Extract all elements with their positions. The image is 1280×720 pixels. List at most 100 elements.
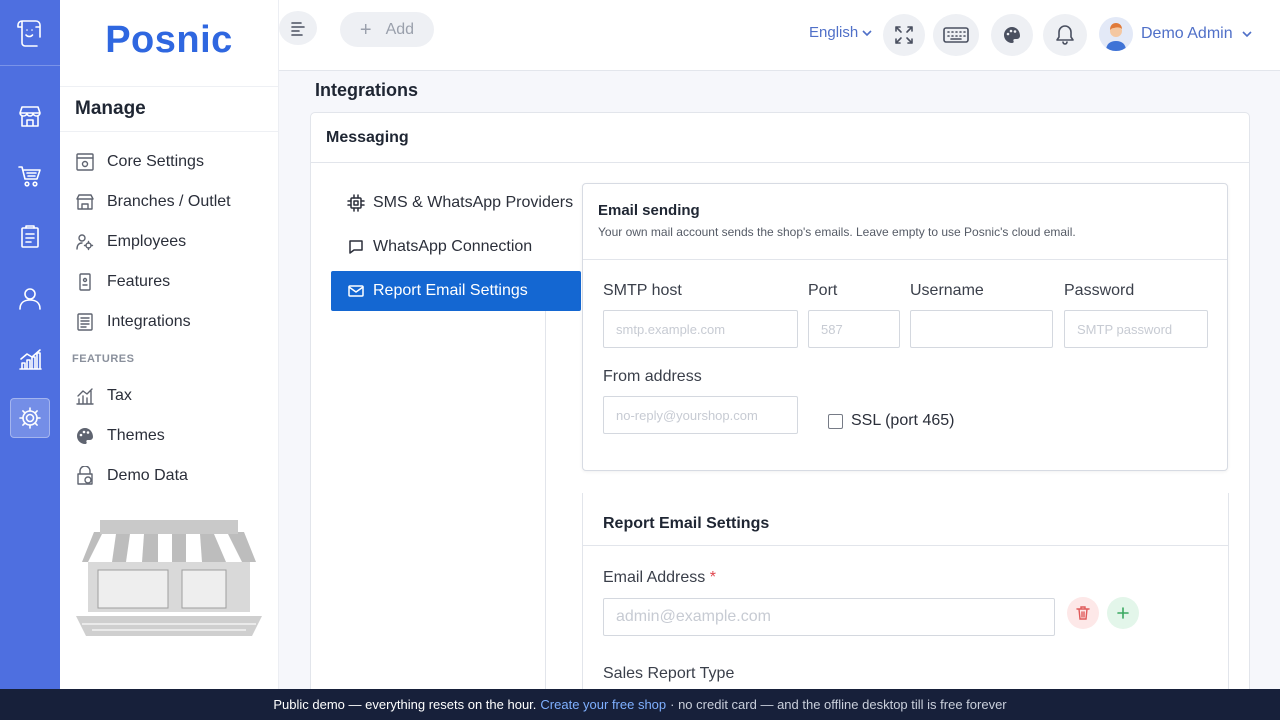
subnav-label: Report Email Settings (373, 282, 528, 299)
top-bar: + Add English Demo Admin (279, 0, 1280, 71)
page-title: Integrations (315, 80, 419, 100)
app-logo-icon[interactable] (0, 0, 60, 66)
integration-subnav: SMS & WhatsApp Providers WhatsApp Connec… (331, 183, 581, 315)
sales-report-type-label: Sales Report Type (603, 665, 735, 682)
keyboard-icon (943, 27, 969, 43)
fullscreen-icon (895, 26, 913, 44)
add-button[interactable]: + Add (340, 12, 434, 47)
username-label: Username (910, 282, 984, 299)
feature-icon (74, 271, 96, 293)
bell-icon (1056, 25, 1074, 45)
add-email-button[interactable] (1107, 597, 1139, 629)
port-input[interactable] (808, 310, 900, 348)
messaging-card: Messaging SMS & WhatsApp Providers Whats… (310, 112, 1250, 713)
sidebar: Posnic Manage Core Settings Branches / O… (60, 0, 279, 689)
subnav-report-email-settings[interactable]: Report Email Settings (331, 271, 581, 311)
employees-icon (74, 231, 96, 253)
theme-button[interactable] (991, 14, 1033, 56)
divider (583, 545, 1229, 546)
banner-prefix: Public demo — everything resets on the h… (273, 697, 537, 712)
email-sending-panel: Email sending Your own mail account send… (582, 183, 1228, 471)
keyboard-button[interactable] (933, 14, 979, 56)
trash-icon (1076, 606, 1090, 620)
user-icon[interactable] (10, 278, 50, 318)
subnav-label: WhatsApp Connection (373, 238, 533, 255)
chevron-down-icon (1242, 31, 1252, 38)
email-address-label: Email Address * (603, 569, 716, 587)
subnav-whatsapp-connection[interactable]: WhatsApp Connection (331, 227, 581, 267)
sidebar-item-label: Demo Data (107, 467, 188, 484)
sidebar-item-branches[interactable]: Branches / Outlet (60, 182, 278, 222)
sidebar-item-demo-data[interactable]: Demo Data (60, 456, 278, 496)
report-email-section: Report Email Settings Email Address * Sa… (582, 493, 1229, 713)
chevron-down-icon (862, 29, 872, 36)
sidebar-item-label: Themes (107, 427, 165, 444)
fullscreen-button[interactable] (883, 14, 925, 56)
sidebar-item-integrations[interactable]: Integrations (60, 302, 278, 342)
smtp-host-input[interactable] (603, 310, 798, 348)
icon-rail (0, 0, 60, 689)
add-button-label: Add (385, 20, 415, 38)
sidebar-item-employees[interactable]: Employees (60, 222, 278, 262)
from-address-label: From address (603, 368, 702, 385)
palette-icon (1004, 27, 1020, 43)
notifications-button[interactable] (1043, 14, 1087, 56)
card-title: Messaging (311, 113, 1249, 163)
plus-icon: + (359, 18, 372, 41)
features-section-header: FEATURES (72, 353, 135, 365)
password-label: Password (1064, 282, 1135, 299)
brand-name: Posnic (105, 18, 233, 61)
demo-banner: Public demo — everything resets on the h… (0, 689, 1280, 720)
subnav-divider (545, 311, 546, 713)
chat-icon (349, 240, 363, 254)
email-sending-description: Your own mail account sends the shop's e… (598, 225, 1076, 239)
avatar (1099, 17, 1133, 51)
ssl-checkbox[interactable]: SSL (port 465) (828, 412, 954, 430)
delete-email-button[interactable] (1067, 597, 1099, 629)
port-label: Port (808, 282, 838, 299)
list-icon (74, 311, 96, 333)
email-sending-title: Email sending (598, 202, 700, 219)
chip-icon (347, 194, 365, 212)
sidebar-item-label: Branches / Outlet (107, 193, 231, 210)
sidebar-item-label: Tax (107, 387, 132, 404)
mail-icon (348, 285, 364, 297)
user-name: Demo Admin (1141, 25, 1233, 42)
sidebar-item-tax[interactable]: Tax (60, 376, 278, 416)
sidebar-section-title: Manage (60, 86, 278, 132)
password-input[interactable] (1064, 310, 1208, 348)
shop-illustration (76, 520, 262, 636)
email-address-input[interactable] (603, 598, 1055, 636)
sidebar-item-label: Features (107, 273, 171, 290)
sidebar-item-themes[interactable]: Themes (60, 416, 278, 456)
create-shop-link[interactable]: Create your free shop (540, 697, 666, 712)
bar-chart-icon[interactable] (10, 339, 50, 379)
palette-icon (74, 425, 96, 447)
required-marker: * (709, 569, 716, 586)
brand-logo[interactable]: Posnic (60, 0, 278, 86)
language-selector[interactable]: English (809, 24, 873, 41)
demo-data-icon (74, 465, 96, 487)
settings-gear-icon[interactable] (10, 398, 50, 438)
cart-icon[interactable] (10, 156, 50, 196)
menu-toggle-button[interactable] (279, 11, 317, 45)
sidebar-item-label: Employees (107, 233, 187, 250)
clipboard-icon[interactable] (10, 217, 50, 257)
report-email-title: Report Email Settings (603, 515, 770, 532)
store-icon[interactable] (10, 96, 50, 136)
ssl-label: SSL (port 465) (851, 412, 955, 429)
language-label: English (809, 24, 859, 41)
plus-icon (1117, 607, 1129, 619)
sidebar-item-features[interactable]: Features (60, 262, 278, 302)
subnav-sms-whatsapp-providers[interactable]: SMS & WhatsApp Providers (331, 183, 581, 223)
sidebar-item-label: Core Settings (107, 153, 204, 170)
banner-suffix: · no credit card — and the offline deskt… (670, 697, 1007, 712)
username-input[interactable] (910, 310, 1053, 348)
settings-window-icon (74, 151, 96, 173)
sidebar-item-core-settings[interactable]: Core Settings (60, 142, 278, 182)
from-address-input[interactable] (603, 396, 798, 434)
checkbox-box[interactable] (828, 413, 843, 429)
user-menu[interactable]: Demo Admin (1099, 17, 1253, 51)
email-address-label-text: Email Address (603, 569, 706, 586)
subnav-label: SMS & WhatsApp Providers (373, 194, 574, 211)
